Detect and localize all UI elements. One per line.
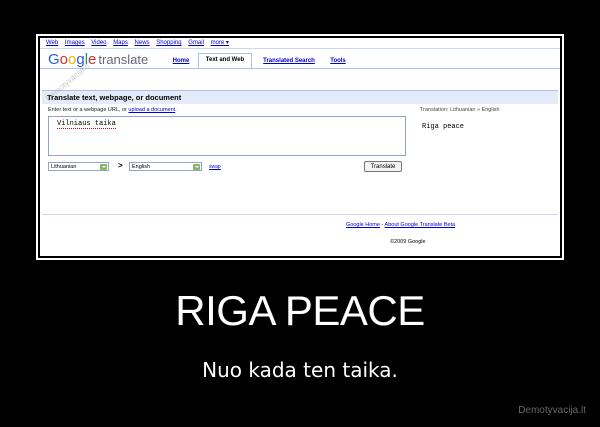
to-language-value: English (132, 164, 151, 170)
nav-divider (40, 48, 560, 49)
tab-text-and-web[interactable]: Text and Web (198, 53, 252, 68)
nav-web[interactable]: Web (46, 40, 58, 46)
footer-divider (42, 214, 558, 215)
from-language-select[interactable]: Lithuanian (48, 162, 109, 171)
about-translate-link[interactable]: About Google Translate Beta (385, 222, 456, 228)
poster-subline: Nuo kada ten taika. (202, 358, 398, 382)
tab-divider (40, 68, 560, 69)
source-text-input[interactable]: Vilniaus taika (48, 116, 406, 156)
tab-home[interactable]: Home (168, 55, 194, 67)
source-text: Vilniaus taika (57, 120, 116, 129)
screenshot-area: Web Images Video Maps News Shopping Gmai… (40, 38, 560, 256)
nav-more[interactable]: more ▾ (211, 40, 229, 46)
copyright: ©2009 Google (390, 239, 426, 245)
from-language-value: Lithuanian (51, 164, 77, 170)
translation-label: Translation: (420, 107, 449, 113)
translation-result: Riga peace (422, 123, 465, 131)
language-pair: Lithuanian » English (450, 107, 500, 113)
chevron-down-icon (100, 164, 107, 170)
chevron-down-icon (193, 164, 200, 170)
translate-button[interactable]: Translate (364, 161, 402, 172)
nav-gmail[interactable]: Gmail (188, 40, 204, 46)
nav-images[interactable]: Images (65, 40, 85, 46)
hint-suffix: . (175, 107, 177, 113)
panel-header: Translate text, webpage, or document (42, 90, 558, 104)
nav-shopping[interactable]: Shopping (156, 40, 181, 46)
to-language-select[interactable]: English (129, 162, 202, 171)
hint-text: Enter text or a webpage URL, or (48, 107, 129, 113)
google-home-link[interactable]: Google Home (346, 222, 380, 228)
result-label: Translation: Lithuanian » English (420, 107, 500, 113)
panel-title: Translate text, webpage, or document (47, 93, 182, 102)
swap-link[interactable]: swap (209, 164, 221, 170)
nav-video[interactable]: Video (91, 40, 106, 46)
footer-links: Google Home - About Google Translate Bet… (346, 222, 455, 228)
tab-translated-search[interactable]: Translated Search (256, 55, 322, 67)
nav-maps[interactable]: Maps (113, 40, 128, 46)
poster-frame: Web Images Video Maps News Shopping Gmai… (36, 34, 564, 260)
poster-headline: RIGA PEACE (175, 287, 425, 334)
nav-news[interactable]: News (135, 40, 150, 46)
logo-product-name: translate (98, 52, 149, 67)
site-credit: Demotyvacija.lt (518, 405, 586, 416)
upload-document-link[interactable]: upload a document (128, 107, 175, 113)
tab-tools[interactable]: Tools (326, 55, 350, 67)
input-hint: Enter text or a webpage URL, or upload a… (48, 107, 177, 113)
google-top-nav: Web Images Video Maps News Shopping Gmai… (46, 39, 234, 46)
google-translate-logo[interactable]: Google translate (48, 51, 148, 68)
direction-arrow: > (118, 161, 123, 170)
